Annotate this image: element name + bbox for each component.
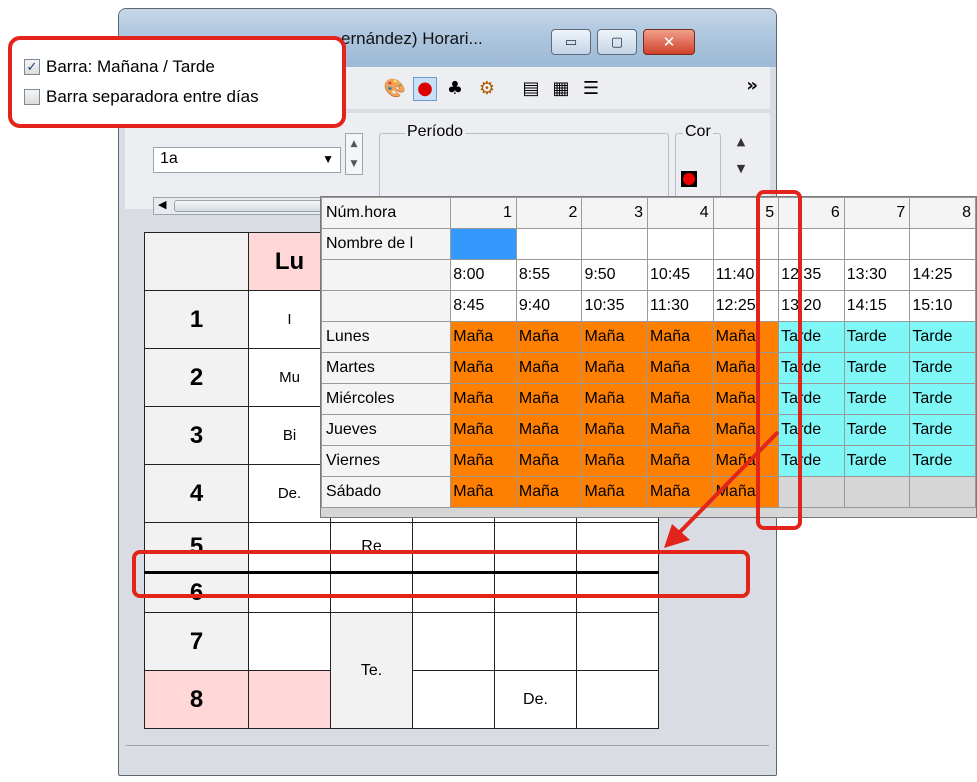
annotation-arrow — [664, 430, 780, 548]
